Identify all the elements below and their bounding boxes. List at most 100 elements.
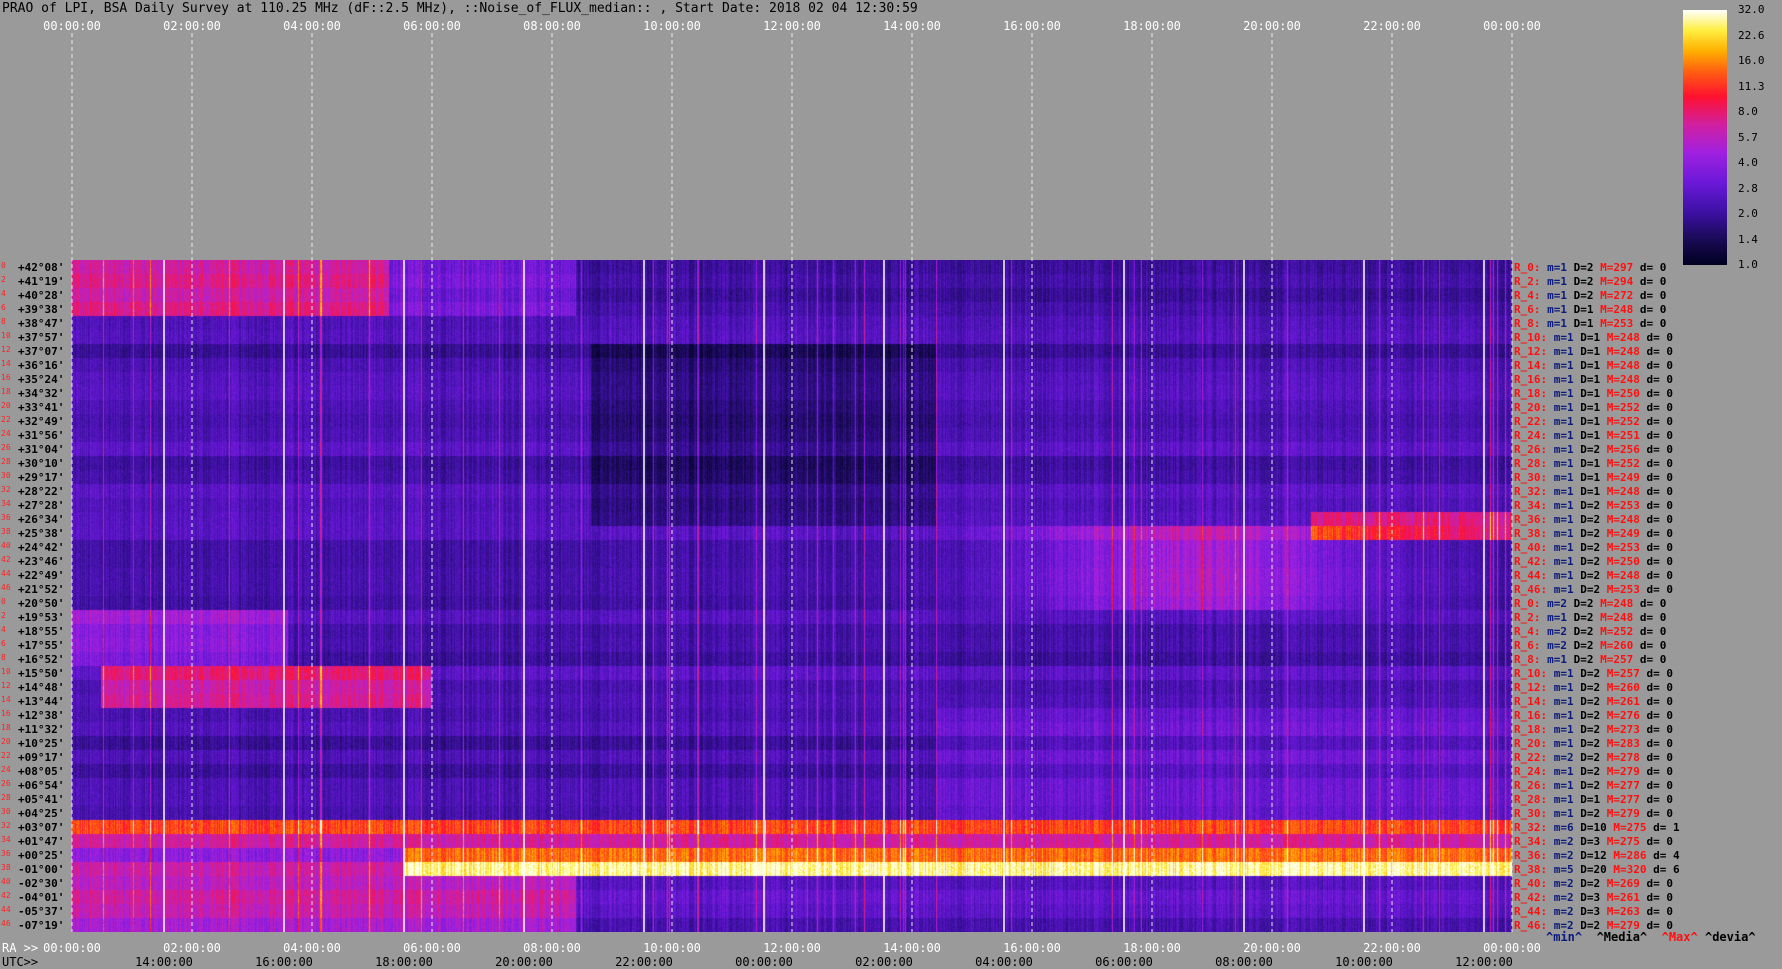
row-stat-m: m=1 [1553,736,1574,750]
row-stat: R_20: m=1 D=1 M=252 d= 0 [1514,401,1673,414]
ra-axis-tick: 02:00:00 [163,941,221,955]
declination-label: +42°08' [18,260,65,274]
color-scale-label: 11.3 [1738,79,1765,93]
row-stat-d: D=2 [1580,694,1601,708]
row-stat-mx: M=248 [1606,512,1640,526]
row-index: 0 [1,261,6,270]
row-stat-mx: M=273 [1606,722,1640,736]
row-index: 46 [1,583,11,592]
row-stat-mx: M=248 [1600,610,1634,624]
row-stat: R_4: m=1 D=2 M=272 d= 0 [1514,289,1666,302]
legend-min: ^min^ [1546,930,1583,944]
row-stat-dv: d= 0 [1646,526,1674,540]
row-stat-d: D=2 [1580,722,1601,736]
declination-label: +29°17' [18,470,65,484]
row-stat-d: D=2 [1573,274,1594,288]
row-stat-d: D=1 [1580,792,1601,806]
row-stat: R_38: m=1 D=2 M=249 d= 0 [1514,527,1673,540]
row-stat-d: D=2 [1573,596,1594,610]
row-stat-d: D=1 [1580,372,1601,386]
row-index: 40 [1,877,11,886]
row-stat-mx: M=263 [1606,904,1640,918]
color-scale-label: 8.0 [1738,105,1758,118]
row-stat-dv: d= 0 [1639,274,1667,288]
ra-axis-tick: 04:00:00 [283,941,341,955]
declination-label: +31°04' [18,442,65,456]
row-stat-m: m=1 [1547,288,1567,302]
row-stat-m: m=2 [1553,876,1574,890]
row-stat-dv: d= 0 [1646,778,1674,792]
row-index: 28 [1,457,11,466]
declination-label: +22°49' [18,568,65,582]
declination-label: +10°25' [18,736,65,750]
row-stat-d: D=1 [1580,386,1601,400]
row-stat-m: m=1 [1553,764,1574,778]
utc-axis-tick: 14:00:00 [135,955,193,969]
row-stat-m: m=2 [1553,904,1574,918]
row-stat-r: R_22: [1514,750,1548,764]
color-scale-label: 2.0 [1738,207,1758,220]
row-stat-dv: d= 0 [1646,498,1674,512]
row-index: 18 [1,387,11,396]
row-stat-r: R_18: [1514,386,1548,400]
declination-label: -04°01' [18,890,65,904]
row-stat: R_8: m=1 D=2 M=257 d= 0 [1514,653,1666,666]
ra-axis-tick: 14:00:00 [883,941,941,955]
row-index: 26 [1,443,11,452]
row-stat-dv: d= 0 [1646,386,1674,400]
declination-label: +06°54' [18,778,65,792]
row-stat-mx: M=278 [1606,750,1640,764]
row-stat-r: R_16: [1514,372,1548,386]
row-stat: R_42: m=2 D=3 M=261 d= 0 [1514,891,1673,904]
row-index: 14 [1,695,11,704]
row-stat-m: m=1 [1553,722,1574,736]
row-stat-d: D=2 [1580,442,1601,456]
row-index: 32 [1,485,11,494]
row-stat-r: R_10: [1514,330,1548,344]
row-stat-m: m=1 [1553,442,1574,456]
top-axis-tick: 08:00:00 [523,19,581,33]
utc-axis-tick: 12:00:00 [1455,955,1513,969]
row-stat-r: R_12: [1514,344,1548,358]
row-stat-d: D=2 [1573,610,1594,624]
ra-axis-tick: 00:00:00 [43,941,101,955]
row-stat-r: R_12: [1514,680,1548,694]
row-stat-r: R_4: [1514,288,1541,302]
declination-label: +34°32' [18,386,65,400]
color-scale-label: 1.4 [1738,232,1758,246]
row-stat-m: m=1 [1553,400,1574,414]
row-stat: R_16: m=1 D=2 M=276 d= 0 [1514,709,1673,722]
row-stat-mx: M=251 [1606,428,1640,442]
declination-label: +04°25' [18,806,65,820]
row-stat: R_34: m=2 D=3 M=275 d= 0 [1514,835,1673,848]
ra-axis-tick: 20:00:00 [1243,941,1301,955]
row-stat-mx: M=269 [1606,876,1640,890]
row-stat-mx: M=297 [1600,260,1634,274]
row-index: 16 [1,373,11,382]
row-stat: R_14: m=1 D=1 M=248 d= 0 [1514,359,1673,372]
row-stat-mx: M=283 [1606,736,1640,750]
row-stat-mx: M=248 [1600,596,1634,610]
top-axis-tick: 12:00:00 [763,19,821,33]
declination-label: +13°44' [18,694,65,708]
row-stat-d: D=1 [1580,470,1601,484]
row-stat-d: D=1 [1580,456,1601,470]
row-stat-r: R_26: [1514,778,1548,792]
row-stat-r: R_2: [1514,274,1541,288]
row-stat-dv: d= 0 [1646,414,1674,428]
chart-title: PRAO of LPI, BSA Daily Survey at 110.25 … [2,1,918,16]
utc-axis-tick: 10:00:00 [1335,955,1393,969]
ra-axis-tick: 16:00:00 [1003,941,1061,955]
ra-axis-tick: 12:00:00 [763,941,821,955]
row-stat-dv: d= 0 [1639,302,1667,316]
row-index: 30 [1,807,11,816]
row-stat: R_10: m=1 D=2 M=257 d= 0 [1514,667,1673,680]
row-index: 16 [1,709,11,718]
row-stat-dv: d= 0 [1646,694,1674,708]
row-stat: R_26: m=1 D=2 M=277 d= 0 [1514,779,1673,792]
row-stat-m: m=1 [1553,708,1574,722]
row-stat-r: R_32: [1514,820,1548,834]
top-axis-tick: 00:00:00 [1483,19,1541,33]
declination-label: +35°24' [18,372,65,386]
row-stat: R_38: m=5 D=20 M=320 d= 6 [1514,863,1680,876]
